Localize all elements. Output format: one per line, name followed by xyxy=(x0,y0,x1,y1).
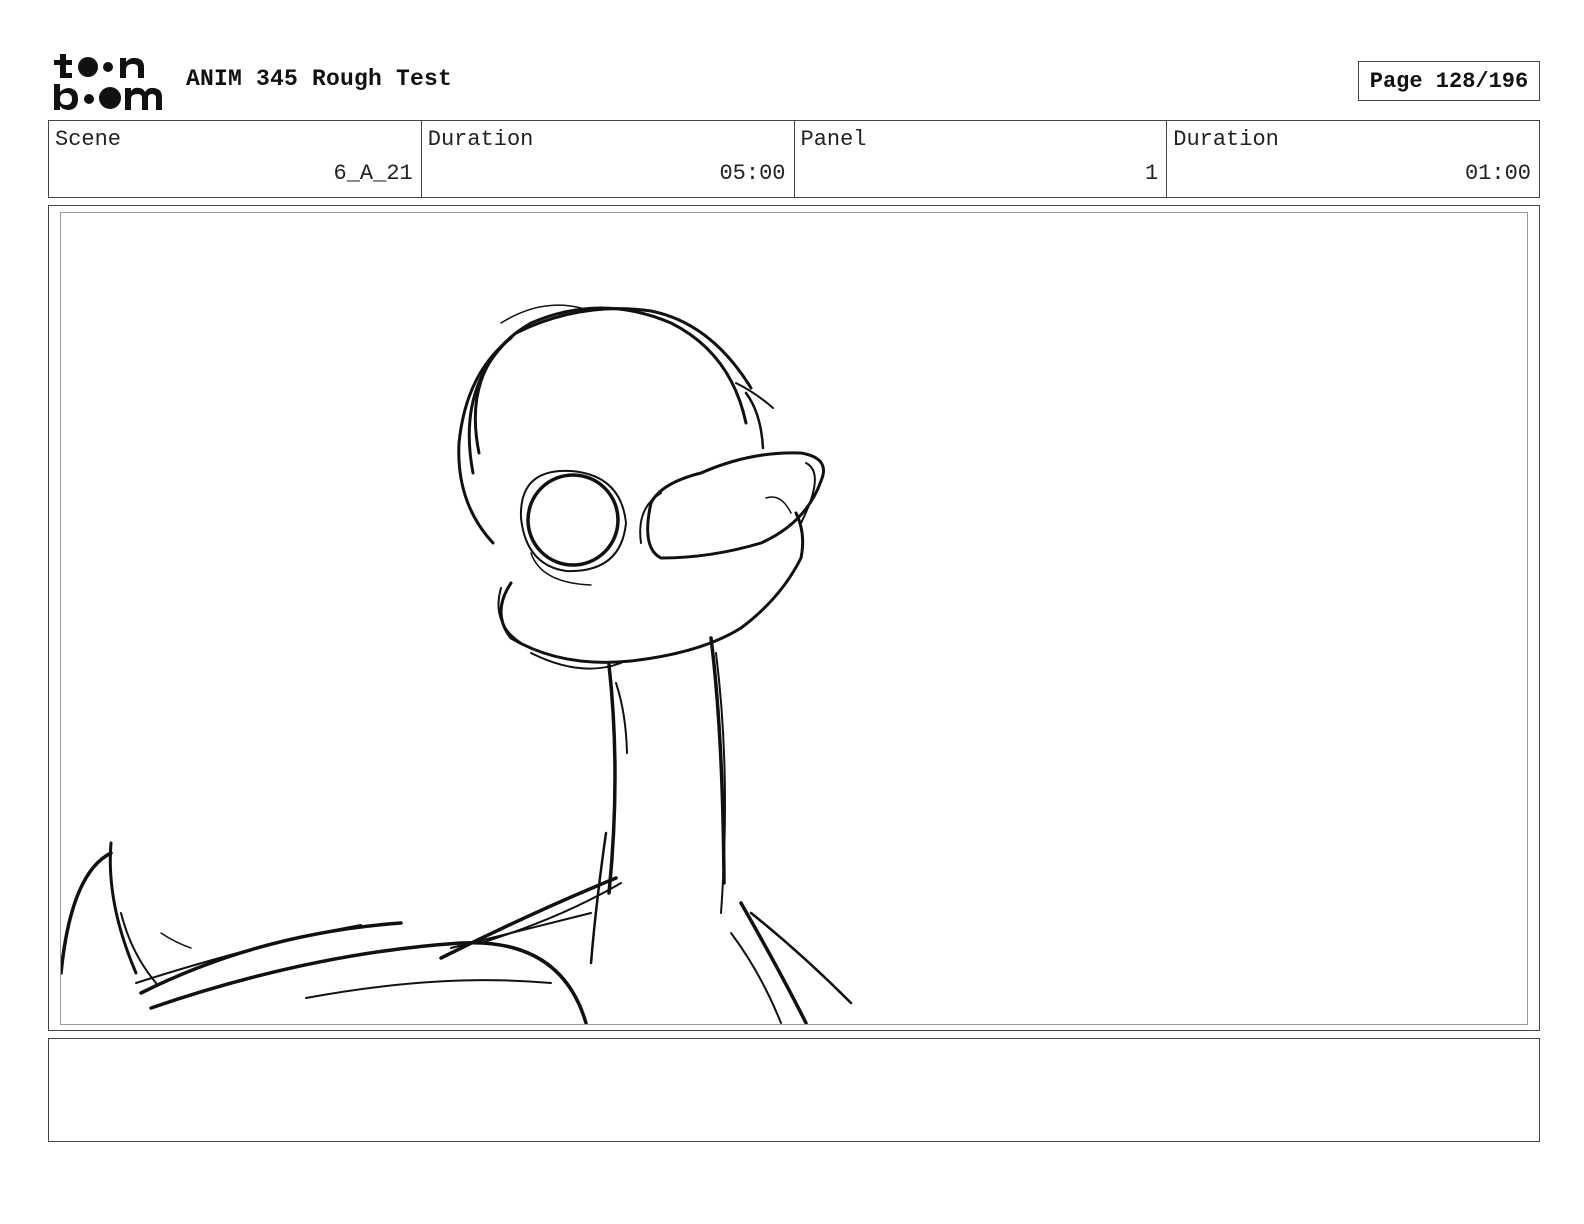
scene-duration-value: 05:00 xyxy=(719,161,786,186)
panel-label: Panel xyxy=(800,127,867,152)
scene-label: Scene xyxy=(55,127,122,152)
scene-cell: Scene 6_A_21 xyxy=(49,121,422,197)
page-indicator: Page 128/196 xyxy=(1358,61,1540,101)
scene-duration-cell: Duration 05:00 xyxy=(422,121,795,197)
panel-duration-cell: Duration 01:00 xyxy=(1167,121,1539,197)
panel-duration-value: 01:00 xyxy=(1464,161,1531,186)
toon-boom-logo xyxy=(50,52,166,112)
panel-cell: Panel 1 xyxy=(795,121,1168,197)
panel-duration-label: Duration xyxy=(1173,127,1279,152)
sketch-jaw xyxy=(497,511,805,670)
rough-sketch-drawing xyxy=(61,304,853,1024)
panel-drawing-area xyxy=(60,212,1528,1025)
project-title: ANIM 345 Rough Test xyxy=(186,66,453,92)
sketch-beak xyxy=(639,451,825,560)
sketch-body xyxy=(61,841,853,1024)
sketch-neck xyxy=(589,636,726,965)
scene-duration-label: Duration xyxy=(427,127,534,152)
sketch-eye xyxy=(519,469,627,586)
scene-info-table: Scene 6_A_21 Duration 05:00 Panel 1 Dura… xyxy=(48,120,1540,198)
panel-value: 1 xyxy=(1145,161,1159,186)
scene-value: 6_A_21 xyxy=(333,161,413,186)
panel-notes-box xyxy=(48,1038,1540,1142)
